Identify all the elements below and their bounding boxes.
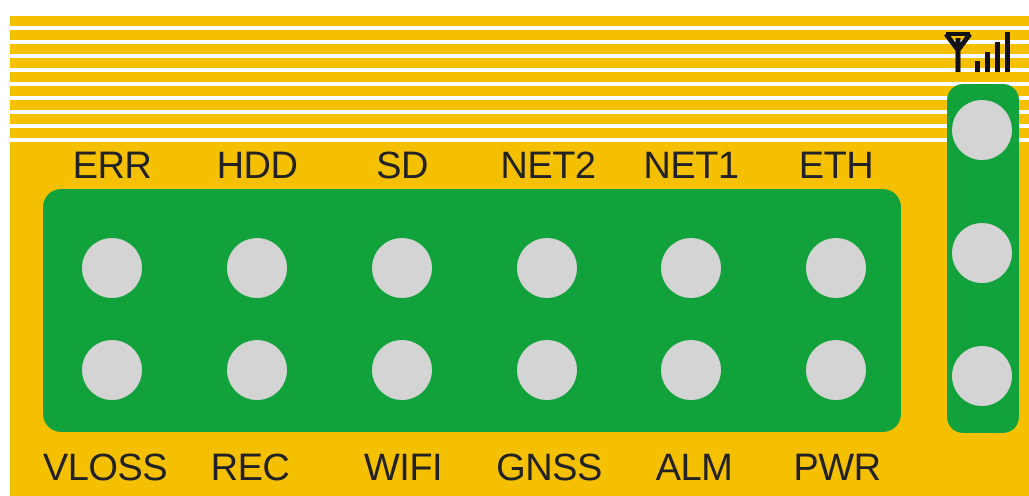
led-sd	[372, 238, 432, 298]
stripe	[10, 110, 1029, 114]
stripe	[10, 54, 1029, 58]
stripe	[10, 68, 1029, 72]
led-vloss	[82, 340, 142, 400]
stripe	[10, 26, 1029, 30]
stripe	[10, 124, 1029, 128]
led-label-net2: NET2	[500, 145, 596, 187]
led-label-pwr: PWR	[793, 447, 881, 489]
led-hdd	[227, 238, 287, 298]
led-net1	[661, 238, 721, 298]
signal-led-3	[952, 346, 1012, 406]
led-label-alm: ALM	[655, 447, 733, 489]
led-eth	[806, 238, 866, 298]
led-board	[43, 189, 901, 432]
led-alm	[661, 340, 721, 400]
led-rec	[227, 340, 287, 400]
led-label-rec: REC	[210, 447, 290, 489]
led-wifi	[372, 340, 432, 400]
stripe	[10, 40, 1029, 44]
led-pwr	[806, 340, 866, 400]
led-label-vloss: VLOSS	[42, 447, 168, 489]
stripe	[10, 96, 1029, 100]
stripe	[10, 12, 1029, 16]
device-front-panel: ERR HDD SD NET2 NET1 ETH VLOSS REC WIFI …	[10, 12, 1029, 496]
led-label-net1: NET1	[643, 145, 739, 187]
stripe	[10, 138, 1029, 142]
led-err	[82, 238, 142, 298]
led-label-err: ERR	[72, 145, 152, 187]
antenna-signal-icon	[944, 32, 1010, 72]
led-label-wifi: WIFI	[363, 447, 443, 489]
led-label-hdd: HDD	[216, 145, 298, 187]
signal-led-1	[952, 100, 1012, 160]
led-net2	[517, 238, 577, 298]
led-label-sd: SD	[376, 145, 428, 187]
signal-led-2	[952, 223, 1012, 283]
stripe	[10, 82, 1029, 86]
led-label-gnss: GNSS	[496, 447, 602, 489]
led-gnss	[517, 340, 577, 400]
led-label-eth: ETH	[798, 145, 874, 187]
